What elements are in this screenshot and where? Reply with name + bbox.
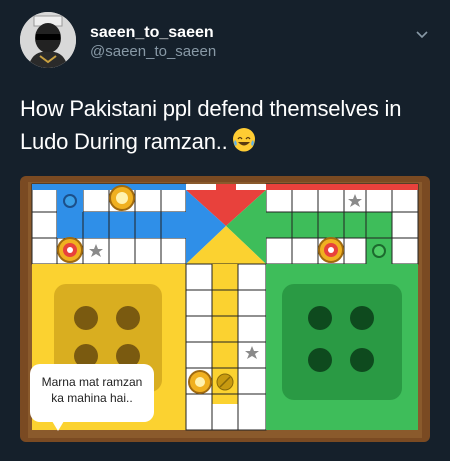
red-token-right bbox=[318, 237, 344, 263]
display-name[interactable]: saeen_to_saeen bbox=[90, 24, 214, 42]
yellow-token-bottom bbox=[188, 370, 212, 394]
chevron-down-icon[interactable] bbox=[414, 26, 430, 42]
speech-bubble: Marna mat ramzan ka mahina hai.. bbox=[30, 364, 154, 431]
speech-line-1: Marna mat ramzan bbox=[41, 375, 143, 389]
tweet-body: How Pakistani ppl defend themselves in L… bbox=[20, 96, 402, 154]
tweet[interactable]: saeen_to_saeen @saeen_to_saeen How Pakis… bbox=[0, 0, 450, 461]
tweet-text: How Pakistani ppl defend themselves in L… bbox=[20, 92, 440, 158]
speech-line-2: ka mahina hai.. bbox=[51, 391, 133, 405]
avatar-image bbox=[20, 12, 76, 68]
user-handle[interactable]: @saeen_to_saeen bbox=[90, 43, 216, 60]
avatar[interactable] bbox=[20, 12, 76, 68]
red-token-left bbox=[57, 237, 83, 263]
green-home bbox=[266, 264, 418, 430]
yellow-track bbox=[185, 263, 267, 431]
yellow-token-top bbox=[109, 185, 135, 211]
laughing-tears-emoji-icon bbox=[233, 128, 256, 152]
blue-track bbox=[31, 183, 187, 265]
center-home bbox=[186, 184, 266, 264]
